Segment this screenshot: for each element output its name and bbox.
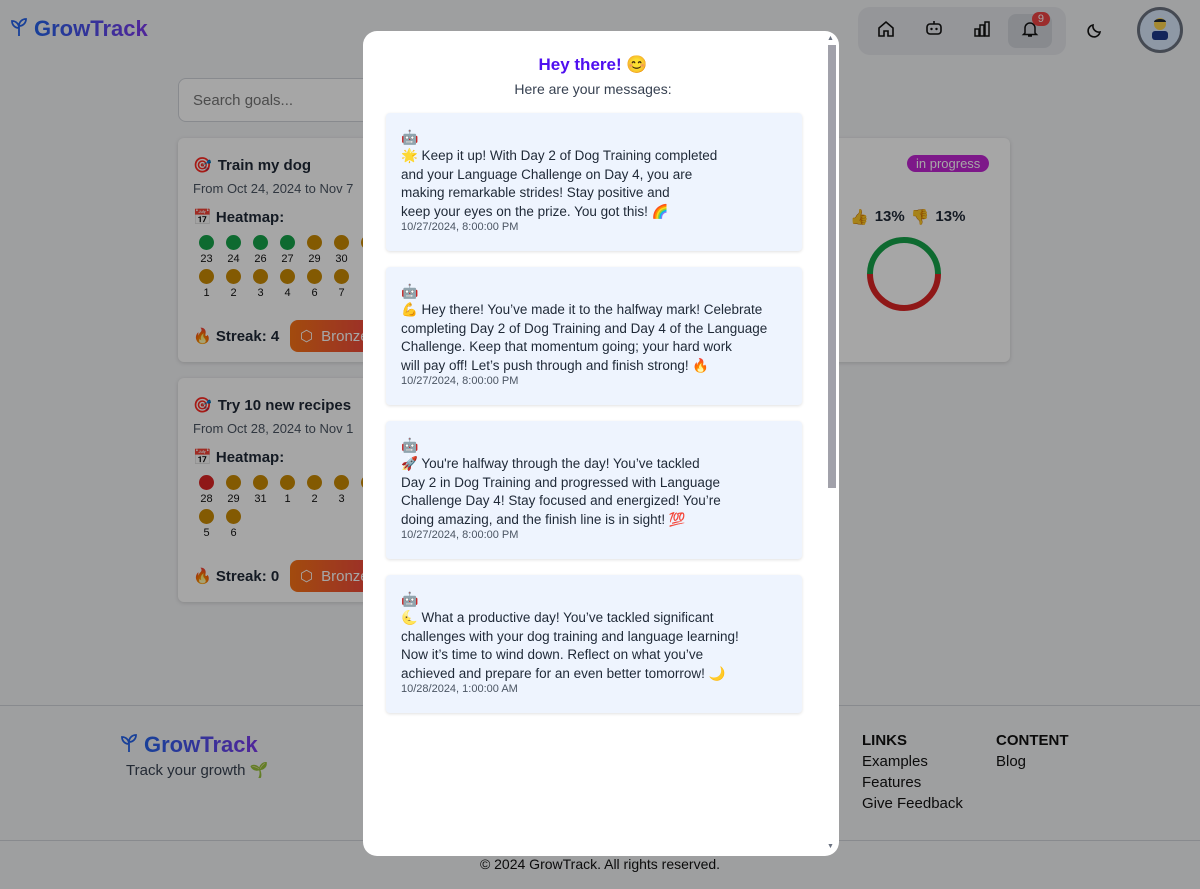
message-text: 💪 Hey there! You’ve made it to the halfw… [401, 302, 768, 373]
message-card: 🤖 🌜 What a productive day! You’ve tackle… [386, 575, 802, 713]
message-card: 🤖 🚀 You're halfway through the day! You’… [386, 421, 802, 559]
robot-icon: 🤖 [401, 283, 419, 299]
message-card: 🤖 💪 Hey there! You’ve made it to the hal… [386, 267, 802, 405]
messages-modal: Hey there! 😊 Here are your messages: 🤖 🌟… [363, 31, 839, 856]
scroll-thumb[interactable] [828, 45, 836, 488]
message-card: 🤖 🌟 Keep it up! With Day 2 of Dog Traini… [386, 113, 802, 251]
message-text: 🌟 Keep it up! With Day 2 of Dog Training… [401, 148, 718, 219]
robot-icon: 🤖 [401, 591, 419, 607]
robot-icon: 🤖 [401, 129, 419, 145]
message-text: 🌜 What a productive day! You’ve tackled … [401, 610, 739, 681]
message-text: 🚀 You're halfway through the day! You’ve… [401, 456, 721, 527]
message-time: 10/27/2024, 8:00:00 PM [401, 529, 519, 541]
message-time: 10/28/2024, 1:00:00 AM [401, 683, 518, 695]
modal-subtitle: Here are your messages: [514, 81, 672, 97]
robot-icon: 🤖 [401, 437, 419, 453]
message-time: 10/27/2024, 8:00:00 PM [401, 221, 519, 233]
modal-title: Hey there! 😊 [538, 55, 648, 74]
scroll-up-icon[interactable]: ▲ [827, 35, 834, 42]
scroll-down-icon[interactable]: ▼ [827, 843, 834, 850]
modal-scrollbar[interactable]: ▲ ▼ [825, 35, 837, 852]
message-time: 10/27/2024, 8:00:00 PM [401, 375, 519, 387]
